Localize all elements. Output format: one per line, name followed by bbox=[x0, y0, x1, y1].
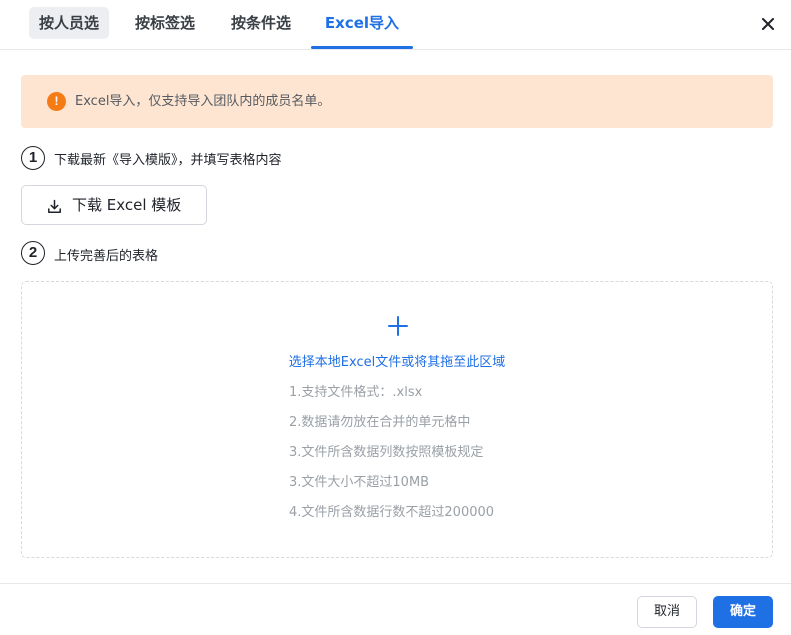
step-2-number: 2 bbox=[21, 241, 45, 265]
tab-by-tags[interactable]: 按标签选 bbox=[125, 7, 205, 39]
info-alert: ! Excel导入，仅支持导入团队内的成员名单。 bbox=[21, 75, 773, 128]
download-icon bbox=[47, 199, 62, 214]
upload-rule: 3.文件所含数据列数按照模板规定 bbox=[289, 445, 484, 460]
cancel-button[interactable]: 取消 bbox=[637, 596, 697, 628]
active-tab-indicator bbox=[311, 46, 413, 49]
download-button-label: 下载 Excel 模板 bbox=[72, 196, 182, 214]
download-template-button[interactable]: 下载 Excel 模板 bbox=[21, 185, 207, 225]
plus-icon[interactable] bbox=[388, 316, 408, 336]
upload-rule: 1.支持文件格式：.xlsx bbox=[289, 385, 423, 400]
footer-divider bbox=[0, 583, 791, 584]
upload-rules: 1.支持文件格式：.xlsx 2.数据请勿放在合并的单元格中 3.文件所含数据列… bbox=[289, 384, 494, 534]
upload-dropzone[interactable]: 选择本地Excel文件或将其拖至此区域 1.支持文件格式：.xlsx 2.数据请… bbox=[21, 281, 773, 558]
tab-excel-import[interactable]: Excel导入 bbox=[311, 7, 413, 39]
upload-rule: 3.文件大小不超过10MB bbox=[289, 475, 430, 490]
step-1-text: 下载最新《导入模版》，并填写表格内容 bbox=[54, 153, 282, 168]
tab-bar: 按人员选 按标签选 按条件选 Excel导入 bbox=[0, 0, 791, 50]
step-2-text: 上传完善后的表格 bbox=[54, 249, 159, 264]
step-1-number: 1 bbox=[21, 146, 45, 170]
upload-rule: 2.数据请勿放在合并的单元格中 bbox=[289, 415, 471, 430]
tab-by-people[interactable]: 按人员选 bbox=[29, 7, 109, 39]
select-file-link[interactable]: 选择本地Excel文件或将其拖至此区域 bbox=[22, 351, 772, 370]
alert-text: Excel导入，仅支持导入团队内的成员名单。 bbox=[75, 94, 331, 109]
tab-by-conditions[interactable]: 按条件选 bbox=[220, 7, 302, 39]
exclamation-icon: ! bbox=[47, 92, 66, 111]
close-icon[interactable] bbox=[754, 10, 782, 38]
upload-rule: 4.文件所含数据行数不超过200000 bbox=[289, 505, 495, 520]
confirm-button[interactable]: 确定 bbox=[713, 596, 773, 628]
